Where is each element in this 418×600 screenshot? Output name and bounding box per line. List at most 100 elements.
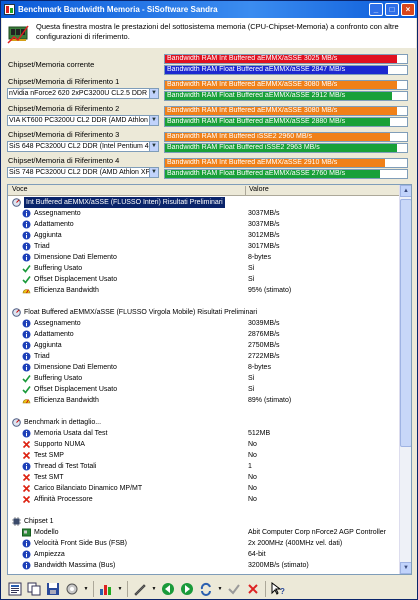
list-row[interactable]: Adattamento 2876MB/s (8, 329, 400, 340)
list-row[interactable]: Affinità Processore No (8, 494, 400, 505)
toolbar: ▼ ▼ ▼ ▼ ? (7, 579, 412, 598)
bar-label: Bandwidth RAM Int Buffered iSSE2 2960 MB… (167, 133, 313, 140)
bar-label: Bandwidth RAM Int Buffered aEMMX/aSSE 30… (167, 81, 338, 88)
list-row[interactable] (8, 505, 400, 516)
dropdown-arrow-icon[interactable]: ▼ (149, 116, 158, 125)
list-row[interactable]: Bandwidth Massima (Bus) 3200MB/s (stimato… (8, 560, 400, 571)
list-row[interactable] (8, 406, 400, 417)
list-row[interactable]: Aggiunta 3012MB/s (8, 230, 400, 241)
bar-fill: Bandwidth RAM Float Buffered iSSE2 2963 … (165, 144, 398, 152)
dropdown-button[interactable]: ▼ (217, 581, 223, 597)
row-label: Supporto NUMA (34, 441, 85, 448)
ref4-label: Chipset/Memoria di Riferimento 4 (8, 156, 120, 165)
benchmark-icon (12, 198, 21, 207)
row-value: 2722MB/s (248, 353, 280, 360)
chevron-down-icon: ▼ (217, 585, 223, 592)
row-label: Dimensione Dati Elemento (34, 364, 117, 371)
ok-button[interactable] (226, 581, 242, 597)
list-row[interactable]: Buffering Usato Sì (8, 373, 400, 384)
row-label: Ampiezza (34, 551, 65, 558)
list-row[interactable]: Velocità Front Side Bus (FSB) 2x 200MHz (… (8, 538, 400, 549)
chart-button[interactable] (98, 581, 114, 597)
list-row[interactable]: Modello Abit Computer Corp nForce2 AGP Co… (8, 527, 400, 538)
list-row[interactable]: Memoria Usata dal Test 512MB (8, 428, 400, 439)
dropdown-button[interactable]: ▼ (117, 581, 123, 597)
results-list[interactable]: Voce Valore Int Buffered aEMMX/aSSE (FLU… (7, 184, 412, 575)
column-header-valore[interactable]: Valore (249, 186, 269, 193)
list-row[interactable]: Int Buffered aEMMX/aSSE (FLUSSO Interi) … (8, 197, 400, 208)
list-row[interactable]: Test SMP No (8, 450, 400, 461)
list-row[interactable]: Test SMT No (8, 472, 400, 483)
row-value: No (248, 474, 257, 481)
scroll-thumb[interactable] (400, 199, 411, 447)
vertical-scrollbar[interactable]: ▲ ▼ (399, 185, 411, 574)
cancel-button[interactable] (245, 581, 261, 597)
row-value: No (248, 441, 257, 448)
list-row[interactable]: Assegnamento 3039MB/s (8, 318, 400, 329)
scroll-up-button[interactable]: ▲ (400, 185, 411, 197)
list-row[interactable]: Adattamento 3037MB/s (8, 219, 400, 230)
ref1-select[interactable]: nVidia nForce2 620 2xPC3200U CL2.5 DDR (… (7, 88, 159, 99)
dropdown-arrow-icon[interactable]: ▼ (149, 89, 158, 98)
row-label: Bandwidth Massima (Bus) (34, 562, 116, 569)
dropdown-arrow-icon[interactable]: ▼ (149, 168, 158, 177)
column-divider[interactable] (245, 186, 246, 195)
save-button[interactable] (45, 581, 61, 597)
list-row[interactable]: Thread di Test Totali 1 (8, 461, 400, 472)
cross-icon (22, 440, 31, 449)
list-row[interactable] (8, 296, 400, 307)
refresh-icon (200, 582, 211, 596)
report-button[interactable] (7, 581, 23, 597)
benchmark-icon (12, 418, 21, 427)
refresh-button[interactable] (198, 581, 214, 597)
title-bar[interactable]: Benchmark Bandwidth Memoria - SiSoftware… (1, 1, 417, 18)
list-row[interactable]: Aggiunta 2750MB/s (8, 340, 400, 351)
info-text: Questa finestra mostra le prestazioni de… (36, 22, 399, 41)
ref3-select[interactable]: SiS 648 PC3200U CL2 DDR (Intel Pentium 4… (7, 141, 159, 152)
row-value: Sì (248, 265, 255, 272)
list-row[interactable]: Triad 3017MB/s (8, 241, 400, 252)
ref4-select[interactable]: SiS 748 PC3200U CL2 DDR (AMD Athlon XP/▼ (7, 167, 159, 178)
info-icon (22, 231, 31, 240)
list-row[interactable]: Efficienza Bandwidth 89% (stimato) (8, 395, 400, 406)
column-header-voce[interactable]: Voce (12, 186, 28, 193)
dropdown-button[interactable]: ▼ (83, 581, 89, 597)
row-value: 95% (stimato) (248, 287, 292, 294)
dropdown-arrow-icon[interactable]: ▼ (149, 142, 158, 151)
list-row[interactable]: Supporto NUMA No (8, 439, 400, 450)
row-label: Triad (34, 243, 50, 250)
list-row[interactable]: Dimensione Dati Elemento 8-bytes (8, 362, 400, 373)
options-button[interactable] (64, 581, 80, 597)
list-row[interactable]: Carico Bilanciato Dinamico MP/MT No (8, 483, 400, 494)
forward-button[interactable] (179, 581, 195, 597)
list-row[interactable]: Assegnamento 3037MB/s (8, 208, 400, 219)
row-value: No (248, 485, 257, 492)
ref2-int-bar: Bandwidth RAM Int Buffered aEMMX/aSSE 30… (164, 106, 408, 116)
close-button[interactable]: × (401, 3, 415, 16)
tools-icon (134, 583, 146, 596)
list-row[interactable]: Offset Displacement Usato Sì (8, 274, 400, 285)
save-icon (47, 582, 59, 595)
minimize-button[interactable]: _ (369, 3, 383, 16)
maximize-button[interactable]: □ (385, 3, 399, 16)
cross-icon (22, 451, 31, 460)
list-row[interactable]: Benchmark in dettaglio... (8, 417, 400, 428)
tools-button[interactable] (132, 581, 148, 597)
back-button[interactable] (160, 581, 176, 597)
ref2-select[interactable]: VIA KT600 PC3200U CL2 DDR (AMD Athlon X ▼ (7, 115, 159, 126)
dropdown-button[interactable]: ▼ (151, 581, 157, 597)
info-icon (22, 220, 31, 229)
list-row[interactable]: Buffering Usato Sì (8, 263, 400, 274)
list-row[interactable]: Triad 2722MB/s (8, 351, 400, 362)
list-row[interactable]: Offset Displacement Usato Sì (8, 384, 400, 395)
list-row[interactable]: Ampiezza 64-bit (8, 549, 400, 560)
window-title: Benchmark Bandwidth Memoria - SiSoftware… (18, 5, 218, 14)
copy-button[interactable] (26, 581, 42, 597)
list-row[interactable]: Float Buffered aEMMX/aSSE (FLUSSO Virgol… (8, 307, 400, 318)
help-button[interactable]: ? (270, 581, 286, 597)
list-row[interactable]: Chipset 1 (8, 516, 400, 527)
list-row[interactable]: Dimensione Dati Elemento 8-bytes (8, 252, 400, 263)
scroll-down-button[interactable]: ▼ (400, 562, 411, 574)
list-row[interactable]: Efficienza Bandwidth 95% (stimato) (8, 285, 400, 296)
chevron-down-icon: ▼ (117, 585, 123, 592)
